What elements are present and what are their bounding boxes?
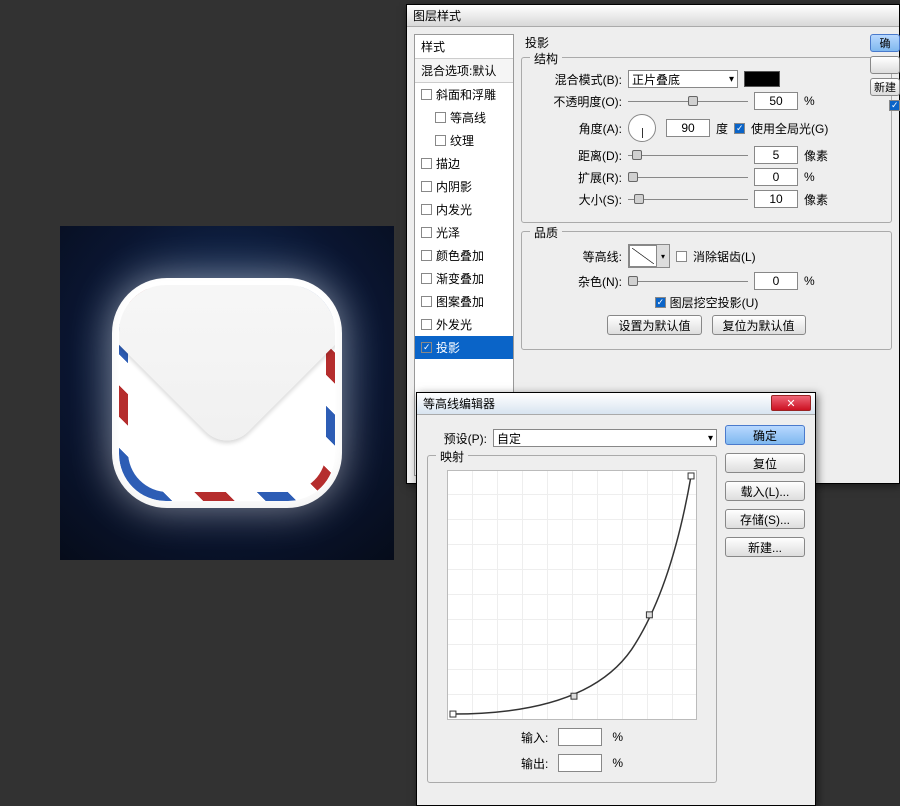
- layer-style-title: 图层样式: [413, 7, 461, 24]
- reset-default-button[interactable]: 复位为默认值: [712, 315, 806, 335]
- knockout-label: 图层挖空投影(U): [670, 294, 759, 311]
- distance-label: 距离(D):: [532, 147, 622, 164]
- set-default-button[interactable]: 设置为默认值: [607, 315, 701, 335]
- noise-unit: %: [804, 274, 815, 288]
- style-item-outer-glow[interactable]: 外发光: [415, 313, 513, 336]
- contour-reset-button[interactable]: 复位: [725, 453, 805, 473]
- blend-mode-dropdown[interactable]: 正片叠底: [628, 70, 738, 88]
- contour-label: 等高线:: [532, 248, 622, 265]
- ok-button[interactable]: 确: [870, 34, 900, 52]
- contour-editor-dialog: 等高线编辑器 ✕ 预设(P): 自定 映射: [416, 392, 816, 806]
- shadow-color-swatch[interactable]: [744, 71, 780, 87]
- noise-slider[interactable]: [628, 274, 748, 288]
- distance-input[interactable]: [754, 146, 798, 164]
- contour-save-button[interactable]: 存储(S)...: [725, 509, 805, 529]
- layer-style-titlebar[interactable]: 图层样式: [407, 5, 899, 27]
- angle-dial[interactable]: [628, 114, 656, 142]
- contour-picker[interactable]: ▾: [628, 244, 670, 268]
- spread-input[interactable]: [754, 168, 798, 186]
- contour-new-button[interactable]: 新建...: [725, 537, 805, 557]
- structure-fieldset: 结构 混合模式(B): 正片叠底 不透明度(O): % 角度(A): 度: [521, 57, 892, 223]
- style-item-satin[interactable]: 光泽: [415, 221, 513, 244]
- size-input[interactable]: [754, 190, 798, 208]
- antialias-label: 消除锯齿(L): [693, 248, 756, 265]
- style-item-gradient-overlay[interactable]: 渐变叠加: [415, 267, 513, 290]
- style-item-drop-shadow[interactable]: 投影: [415, 336, 513, 359]
- quality-fieldset: 品质 等高线: ▾ 消除锯齿(L) 杂色(N): % 图层挖空投影(U): [521, 231, 892, 350]
- global-light-label: 使用全局光(G): [751, 120, 828, 137]
- opacity-slider[interactable]: [628, 94, 748, 108]
- spread-slider[interactable]: [628, 170, 748, 184]
- input-label: 输入:: [521, 729, 548, 746]
- opacity-label: 不透明度(O):: [532, 93, 622, 110]
- size-slider[interactable]: [628, 192, 748, 206]
- contour-editor-title: 等高线编辑器: [423, 395, 495, 412]
- global-light-checkbox[interactable]: [734, 123, 745, 134]
- cancel-button-cropped[interactable]: [870, 56, 900, 74]
- quality-legend: 品质: [530, 224, 562, 241]
- curve-output-field[interactable]: [558, 754, 602, 772]
- curve-input-field[interactable]: [558, 728, 602, 746]
- output-unit: %: [612, 756, 623, 770]
- new-style-button[interactable]: 新建: [870, 78, 900, 96]
- style-item-bevel[interactable]: 斜面和浮雕: [415, 83, 513, 106]
- mapping-legend: 映射: [436, 448, 468, 465]
- close-icon[interactable]: ✕: [771, 395, 811, 411]
- antialias-checkbox[interactable]: [676, 251, 687, 262]
- structure-legend: 结构: [530, 50, 562, 67]
- angle-input[interactable]: [666, 119, 710, 137]
- style-item-inner-glow[interactable]: 内发光: [415, 198, 513, 221]
- distance-unit: 像素: [804, 147, 828, 164]
- style-item-pattern-overlay[interactable]: 图案叠加: [415, 290, 513, 313]
- contour-load-button[interactable]: 载入(L)...: [725, 481, 805, 501]
- contour-editor-titlebar[interactable]: 等高线编辑器 ✕: [417, 393, 815, 415]
- spread-unit: %: [804, 170, 815, 184]
- distance-slider[interactable]: [628, 148, 748, 162]
- size-label: 大小(S):: [532, 191, 622, 208]
- mapping-fieldset: 映射 输入: % 输出:: [427, 455, 717, 783]
- blend-mode-label: 混合模式(B):: [532, 71, 622, 88]
- size-unit: 像素: [804, 191, 828, 208]
- noise-input[interactable]: [754, 272, 798, 290]
- styles-header[interactable]: 样式: [415, 35, 513, 59]
- contour-ok-button[interactable]: 确定: [725, 425, 805, 445]
- noise-label: 杂色(N):: [532, 273, 622, 290]
- style-item-texture[interactable]: 纹理: [415, 129, 513, 152]
- style-item-inner-shadow[interactable]: 内阴影: [415, 175, 513, 198]
- opacity-input[interactable]: [754, 92, 798, 110]
- style-item-contour[interactable]: 等高线: [415, 106, 513, 129]
- preview-checkbox[interactable]: [889, 100, 900, 111]
- preset-dropdown[interactable]: 自定: [493, 429, 717, 447]
- drop-shadow-section-title: 投影: [525, 34, 892, 51]
- opacity-unit: %: [804, 94, 815, 108]
- style-item-color-overlay[interactable]: 颜色叠加: [415, 244, 513, 267]
- canvas-preview: [60, 226, 394, 560]
- angle-unit: 度: [716, 120, 728, 137]
- angle-label: 角度(A):: [532, 120, 622, 137]
- input-unit: %: [612, 730, 623, 744]
- output-label: 输出:: [521, 755, 548, 772]
- preset-label: 预设(P):: [427, 430, 487, 447]
- contour-curve-canvas[interactable]: [447, 470, 697, 720]
- envelope-icon: [112, 278, 342, 508]
- spread-label: 扩展(R):: [532, 169, 622, 186]
- style-item-stroke[interactable]: 描边: [415, 152, 513, 175]
- knockout-checkbox[interactable]: [655, 297, 666, 308]
- blend-options-default[interactable]: 混合选项:默认: [415, 59, 513, 83]
